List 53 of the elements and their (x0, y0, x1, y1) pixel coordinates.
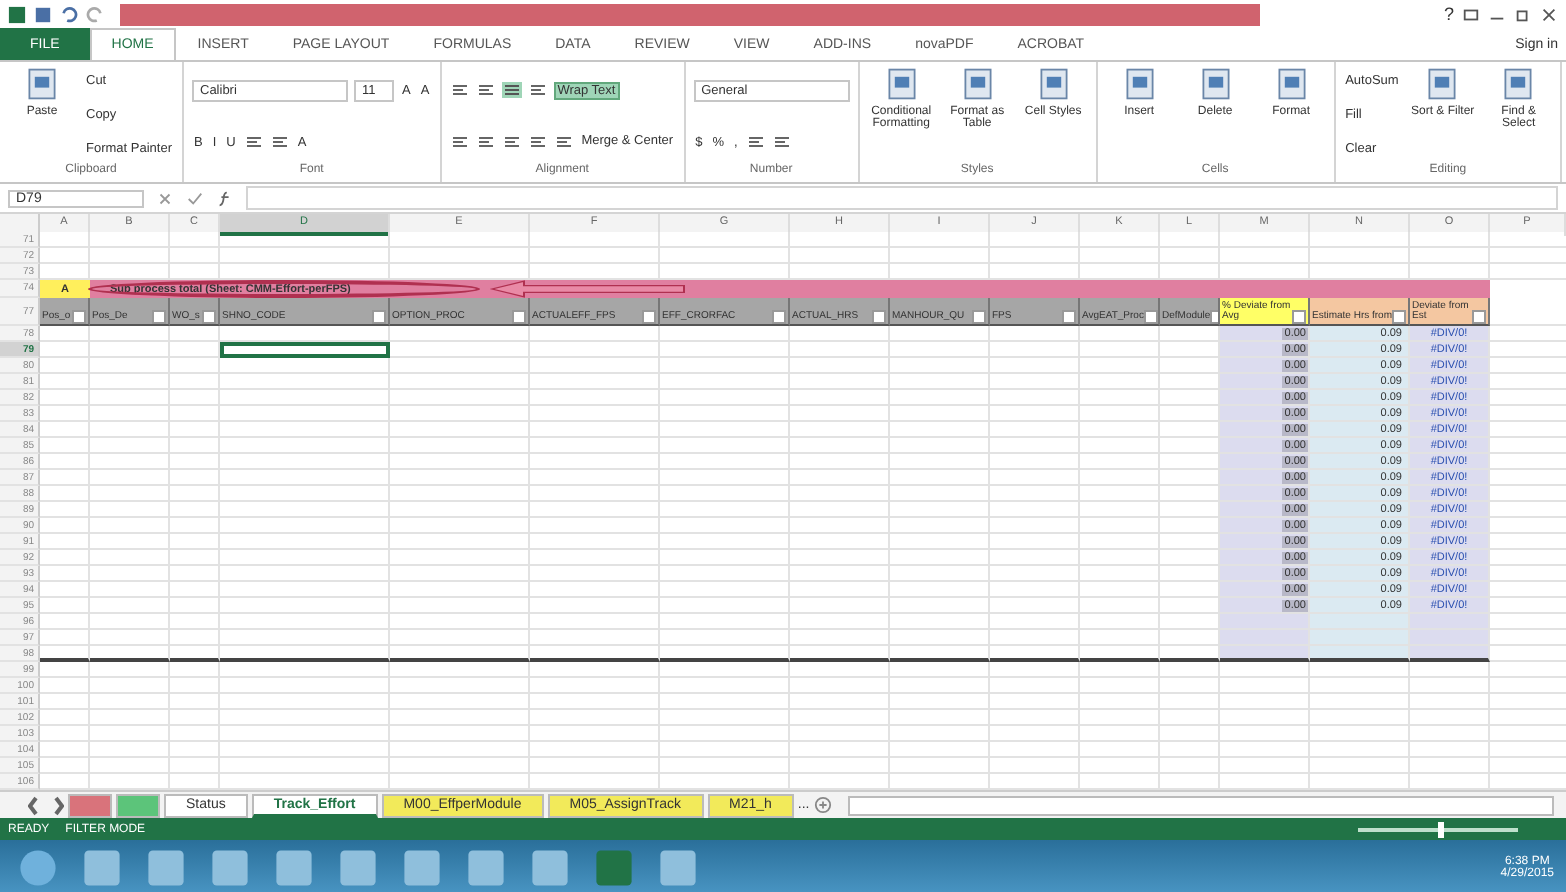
sheet-tab[interactable] (116, 793, 160, 817)
table-cell[interactable] (1220, 646, 1310, 662)
help-button[interactable]: ? (1443, 4, 1454, 24)
scroll-arrows-icon[interactable] (28, 795, 64, 815)
sheet-tab[interactable] (68, 793, 112, 817)
filter-dropdown-icon[interactable] (152, 310, 166, 324)
format-icon[interactable] (243, 134, 264, 150)
filter-dropdown-icon[interactable] (372, 310, 386, 324)
filter-dropdown-icon[interactable] (772, 310, 786, 324)
filter-dropdown-icon[interactable] (1472, 310, 1486, 324)
table-cell[interactable] (1410, 646, 1490, 662)
save-icon (34, 5, 52, 23)
restore-icon (1514, 5, 1532, 23)
format-icon[interactable] (745, 134, 766, 150)
function-icon (216, 189, 234, 207)
format-icon[interactable] (553, 133, 574, 149)
format-icon[interactable] (269, 134, 290, 150)
filter-dropdown-icon[interactable] (972, 310, 986, 324)
filter-dropdown-icon[interactable] (1143, 310, 1158, 324)
format-icon[interactable] (527, 133, 548, 149)
format-icon[interactable] (475, 82, 496, 98)
redo-icon (86, 5, 104, 23)
table-cell[interactable] (1410, 630, 1490, 646)
selected-cell[interactable] (220, 342, 390, 358)
undo-icon (60, 5, 78, 23)
filter-dropdown-icon[interactable] (1392, 310, 1406, 324)
format-icon[interactable] (449, 133, 470, 149)
cancel-icon (156, 189, 174, 207)
filter-dropdown-icon[interactable] (202, 310, 216, 324)
table-cell[interactable] (1220, 630, 1310, 646)
format-icon[interactable] (771, 134, 792, 150)
filter-dropdown-icon[interactable] (1292, 310, 1306, 324)
close-icon (1540, 5, 1558, 23)
format-icon[interactable] (449, 82, 470, 98)
ribbon-display-icon (1462, 5, 1480, 23)
filter-dropdown-icon[interactable] (642, 310, 656, 324)
filter-dropdown-icon[interactable] (1062, 310, 1076, 324)
table-cell[interactable] (1310, 646, 1410, 662)
align-icon[interactable] (501, 82, 522, 98)
formula-input[interactable] (246, 186, 1558, 210)
filter-dropdown-icon[interactable] (872, 310, 886, 324)
format-icon[interactable] (501, 133, 522, 149)
table-cell[interactable] (1310, 614, 1410, 630)
table-cell[interactable] (1410, 614, 1490, 630)
format-icon[interactable] (527, 82, 548, 98)
filter-dropdown-icon[interactable] (72, 310, 86, 324)
filter-dropdown-icon[interactable] (512, 310, 526, 324)
check-icon (186, 189, 204, 207)
table-cell[interactable] (1220, 614, 1310, 630)
zoom-thumb[interactable] (1438, 821, 1444, 837)
horizontal-scrollbar[interactable] (847, 795, 1554, 815)
format-icon[interactable] (475, 133, 496, 149)
add-sheet-icon (813, 796, 832, 814)
